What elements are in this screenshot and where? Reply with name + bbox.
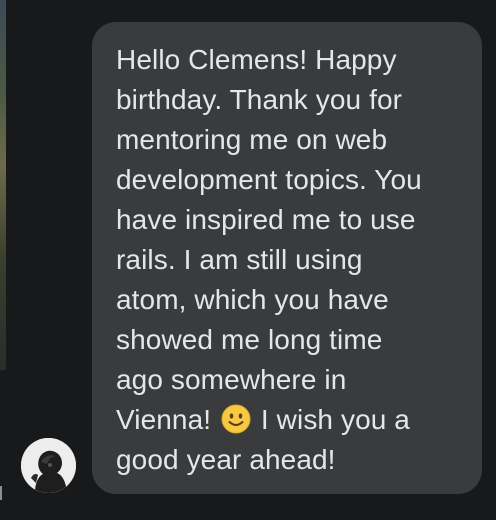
slightly-smiling-face-icon	[221, 404, 251, 434]
message-bubble[interactable]: Hello Clemens! Happy birthday. Thank you…	[92, 22, 482, 494]
scroll-marker	[0, 486, 2, 500]
chat-view: Hello Clemens! Happy birthday. Thank you…	[0, 0, 496, 520]
message-text-part-1: Hello Clemens! Happy birthday. Thank you…	[116, 44, 422, 435]
sender-avatar[interactable]	[21, 438, 76, 493]
background-photo-edge	[0, 0, 6, 370]
person-photo-icon	[21, 438, 76, 493]
message-text: Hello Clemens! Happy birthday. Thank you…	[116, 40, 460, 480]
